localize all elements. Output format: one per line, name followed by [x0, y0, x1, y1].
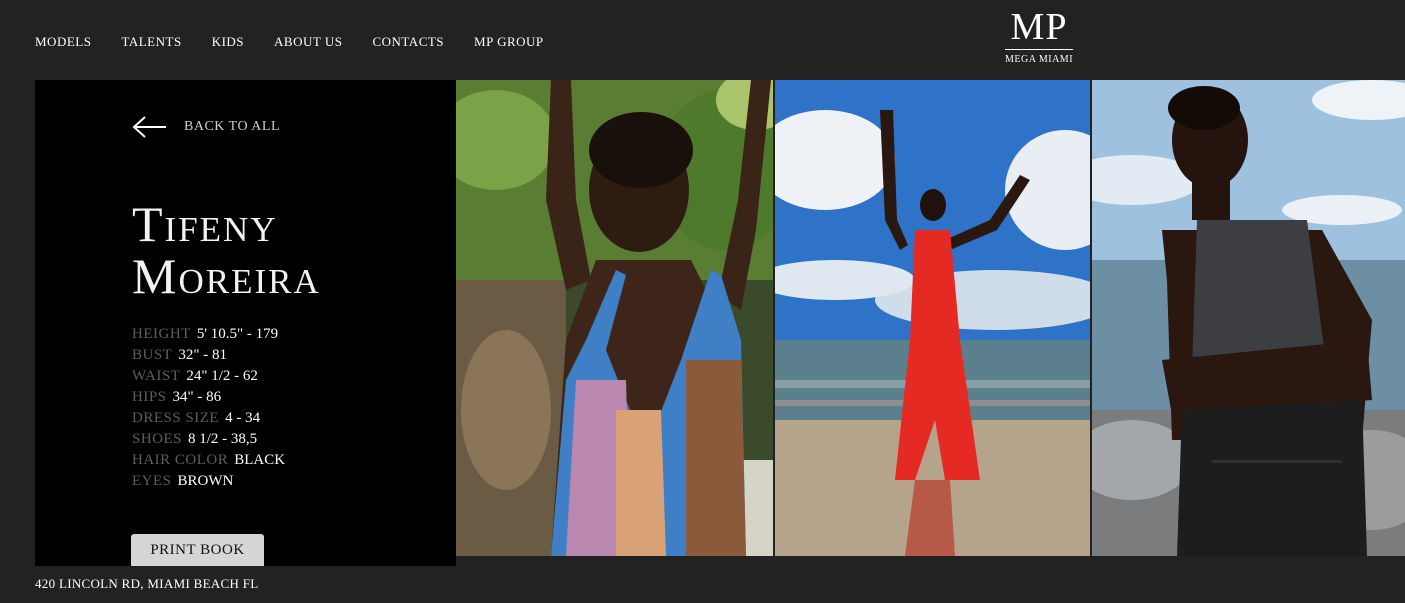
logo-subtitle: MEGA MIAMI	[1004, 54, 1074, 65]
nav-item-kids[interactable]: KIDS	[212, 34, 244, 50]
logo-divider	[1005, 49, 1073, 50]
stat-hair-color: HAIR COLOR BLACK	[132, 450, 285, 471]
stat-label: SHOES	[132, 431, 183, 447]
print-book-button[interactable]: PRINT BOOK	[131, 534, 264, 566]
stat-shoes: SHOES 8 1/2 - 38,5	[132, 429, 285, 450]
model-name: Tifeny Moreira	[132, 198, 321, 302]
stat-value: BLACK	[234, 452, 286, 468]
stat-value: 5' 10.5" - 179	[196, 326, 279, 342]
back-to-all-label: BACK TO ALL	[184, 119, 280, 134]
brand-logo[interactable]: MP MEGA MIAMI	[1003, 8, 1075, 65]
stat-label: EYES	[132, 473, 172, 489]
stat-dress-size: DRESS SIZE 4 - 34	[132, 408, 285, 429]
stat-bust: BUST 32" - 81	[132, 345, 285, 366]
stat-eyes: EYES BROWN	[132, 471, 285, 492]
stat-height: HEIGHT 5' 10.5" - 179	[132, 324, 285, 345]
model-info-panel: BACK TO ALL Tifeny Moreira HEIGHT 5' 10.5…	[35, 80, 456, 566]
stat-label: HEIGHT	[132, 326, 191, 342]
nav-item-contacts[interactable]: CONTACTS	[372, 34, 444, 50]
arrow-left-icon	[132, 116, 166, 138]
footer-address: 420 LINCOLN RD, MIAMI BEACH FL	[35, 576, 259, 591]
gallery-photo-1[interactable]	[456, 80, 773, 556]
stat-label: WAIST	[132, 368, 181, 384]
gallery-photo-3[interactable]	[1092, 80, 1405, 556]
photo-sea-portrait-image	[1092, 80, 1405, 556]
stat-value: 32" - 81	[178, 347, 227, 363]
photo-swimsuit-image	[456, 80, 773, 556]
stat-label: HIPS	[132, 389, 167, 405]
model-first-name: Tifeny	[132, 196, 278, 252]
stat-hips: HIPS 34" - 86	[132, 387, 285, 408]
stat-value: 8 1/2 - 38,5	[188, 431, 258, 447]
stat-label: DRESS SIZE	[132, 410, 220, 426]
nav-item-talents[interactable]: TALENTS	[121, 34, 181, 50]
model-last-name: Moreira	[132, 248, 321, 304]
nav-item-about-us[interactable]: ABOUT US	[274, 34, 342, 50]
back-to-all-link[interactable]: BACK TO ALL	[132, 115, 280, 139]
stat-label: BUST	[132, 347, 173, 363]
top-nav: MODELS TALENTS KIDS ABOUT US CONTACTS MP…	[0, 0, 1405, 80]
model-stats: HEIGHT 5' 10.5" - 179 BUST 32" - 81 WAIST 2…	[132, 324, 285, 492]
stat-waist: WAIST 24" 1/2 - 62	[132, 366, 285, 387]
stat-value: BROWN	[177, 473, 234, 489]
photo-red-dress-image	[775, 80, 1090, 556]
logo-mark: MP	[1010, 6, 1068, 48]
nav-links: MODELS TALENTS KIDS ABOUT US CONTACTS MP…	[35, 34, 574, 50]
stat-label: HAIR COLOR	[132, 452, 229, 468]
nav-item-models[interactable]: MODELS	[35, 34, 91, 50]
nav-item-mp-group[interactable]: MP GROUP	[474, 34, 544, 50]
gallery-photo-2[interactable]	[775, 80, 1090, 556]
stat-value: 24" 1/2 - 62	[186, 368, 258, 384]
stat-value: 4 - 34	[225, 410, 261, 426]
stat-value: 34" - 86	[172, 389, 222, 405]
